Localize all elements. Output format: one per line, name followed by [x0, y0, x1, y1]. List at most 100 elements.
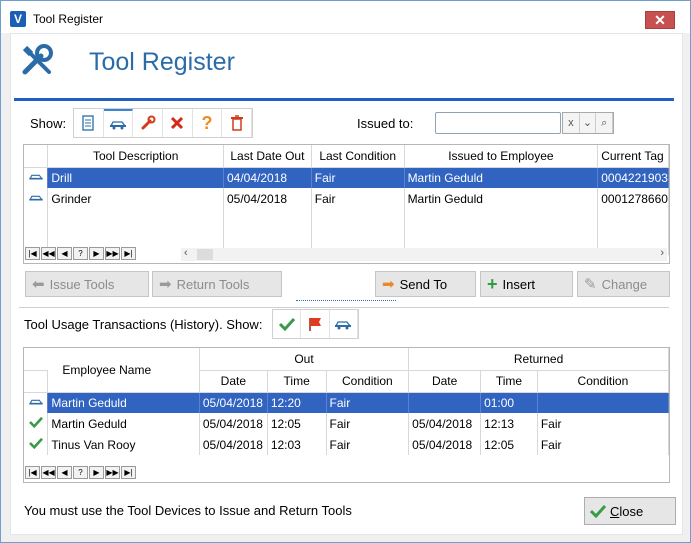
- issued-to-input[interactable]: [435, 112, 561, 134]
- insert-button[interactable]: + Insert: [480, 271, 573, 297]
- nav-prev-page-button[interactable]: ◀◀: [41, 247, 56, 260]
- scroll-left-icon[interactable]: ‹: [184, 247, 188, 259]
- history-filter-out-button[interactable]: [330, 310, 358, 338]
- col-last-date-out[interactable]: Last Date Out: [223, 145, 312, 168]
- issued-to-label: Issued to:: [357, 116, 414, 131]
- filter-deleted-button[interactable]: [222, 109, 253, 137]
- return-tools-button[interactable]: ➡ Return Tools: [152, 271, 282, 297]
- arrow-left-icon: ⬅: [32, 275, 45, 293]
- history-filter-bar: [272, 309, 359, 339]
- tools-grid-header: Tool Description Last Date Out Last Cond…: [24, 145, 669, 168]
- filter-lost-button[interactable]: [163, 109, 193, 137]
- nav-next-button[interactable]: ▶: [89, 466, 104, 479]
- send-arrow-icon: ➡: [382, 275, 395, 293]
- cell-ret-condition: Fair: [537, 413, 669, 434]
- close-button[interactable]: Close: [584, 497, 676, 525]
- header-divider: [14, 98, 674, 101]
- scroll-right-icon[interactable]: ›: [660, 247, 664, 259]
- return-tools-label: Return Tools: [176, 276, 250, 292]
- table-row[interactable]: Drill 04/04/2018 Fair Martin Geduld 0004…: [24, 167, 669, 188]
- wrench-icon: [141, 115, 156, 130]
- scroll-thumb[interactable]: [197, 249, 213, 260]
- history-filter-flag-button[interactable]: [301, 310, 330, 338]
- show-label: Show:: [30, 116, 67, 131]
- car-icon: [109, 121, 127, 130]
- send-to-button[interactable]: ➡ Send To: [375, 271, 476, 297]
- cell-ret-date: [408, 392, 482, 413]
- close-label-accelerator: C: [610, 503, 620, 519]
- cell-out-date: 05/04/2018: [199, 434, 268, 455]
- nav-last-button[interactable]: ▶|: [121, 247, 136, 260]
- table-row[interactable]: Martin Geduld 05/04/2018 12:05 Fair 05/0…: [24, 413, 669, 434]
- issued-to-controls: x ⌄ ⌕: [562, 112, 614, 134]
- cell-out-condition: Fair: [326, 434, 410, 455]
- red-x-icon: [171, 116, 184, 130]
- issue-tools-label: Issue Tools: [49, 276, 115, 292]
- send-to-label: Send To: [399, 276, 448, 292]
- table-row[interactable]: Martin Geduld 05/04/2018 12:20 Fair 01:0…: [24, 392, 669, 413]
- nav-next-page-button[interactable]: ▶▶: [105, 466, 120, 479]
- tool-register-window: V Tool Register ✕ Tool Register Show: ? …: [0, 0, 691, 543]
- nav-next-button[interactable]: ▶: [89, 247, 104, 260]
- section-divider: [19, 307, 669, 308]
- chevron-down-icon[interactable]: ⌄: [580, 113, 597, 133]
- nav-help-button[interactable]: ?: [73, 247, 88, 260]
- check-icon: [278, 317, 295, 331]
- col-ret-condition[interactable]: Condition: [537, 370, 669, 393]
- issue-tools-button[interactable]: ⬅ Issue Tools: [25, 271, 149, 297]
- history-filter-returned-button[interactable]: [273, 310, 302, 338]
- col-out-date[interactable]: Date: [199, 370, 268, 393]
- col-issued-to-employee[interactable]: Issued to Employee: [404, 145, 599, 168]
- search-icon[interactable]: ⌕: [596, 113, 614, 133]
- history-group-header: Employee Name Out Returned: [24, 348, 669, 393]
- col-current-tag[interactable]: Current Tag: [597, 145, 669, 168]
- arrow-right-icon: ➡: [159, 275, 172, 293]
- dialog-content: Tool Register Show: ? Issued to: x ⌄ ⌕ T…: [10, 33, 683, 535]
- window-close-button[interactable]: ✕: [645, 11, 675, 29]
- nav-first-button[interactable]: |◀: [25, 466, 40, 479]
- nav-prev-button[interactable]: ◀: [57, 466, 72, 479]
- tools-icon: [22, 44, 53, 75]
- cell-issued-to: Martin Geduld: [404, 167, 599, 188]
- page-title: Tool Register: [89, 48, 235, 76]
- filter-unknown-button[interactable]: ?: [193, 109, 223, 137]
- cell-ret-time: 12:05: [480, 434, 538, 455]
- trash-icon: [230, 115, 243, 131]
- nav-last-button[interactable]: ▶|: [121, 466, 136, 479]
- col-out-condition[interactable]: Condition: [326, 370, 410, 393]
- cell-out-time: 12:05: [267, 413, 327, 434]
- nav-first-button[interactable]: |◀: [25, 247, 40, 260]
- cell-description: Grinder: [47, 188, 224, 209]
- table-row[interactable]: Tinus Van Rooy 05/04/2018 12:03 Fair 05/…: [24, 434, 669, 455]
- footer-message: You must use the Tool Devices to Issue a…: [24, 503, 352, 518]
- tool-filter-bar: ?: [73, 108, 253, 138]
- col-last-condition[interactable]: Last Condition: [311, 145, 405, 168]
- col-ret-time[interactable]: Time: [480, 370, 538, 393]
- splitter-handle[interactable]: [296, 300, 396, 306]
- nav-next-page-button[interactable]: ▶▶: [105, 247, 120, 260]
- filter-repair-button[interactable]: [133, 109, 164, 137]
- change-button[interactable]: ✎ Change: [577, 271, 670, 297]
- col-out-time[interactable]: Time: [267, 370, 327, 393]
- col-ret-date[interactable]: Date: [408, 370, 482, 393]
- check-icon: [24, 413, 49, 434]
- filter-issued-button[interactable]: [103, 109, 134, 137]
- cell-ret-condition: [537, 392, 669, 413]
- history-label: Tool Usage Transactions (History). Show:: [24, 317, 263, 332]
- group-returned: Returned: [408, 348, 669, 371]
- insert-label: Insert: [502, 276, 536, 292]
- clear-icon[interactable]: x: [563, 113, 580, 133]
- cell-last-date-out: 05/04/2018: [223, 188, 312, 209]
- filter-all-button[interactable]: [74, 109, 104, 137]
- table-row[interactable]: Grinder 05/04/2018 Fair Martin Geduld 00…: [24, 188, 669, 209]
- cell-out-date: 05/04/2018: [199, 413, 268, 434]
- nav-help-button[interactable]: ?: [73, 466, 88, 479]
- nav-prev-page-button[interactable]: ◀◀: [41, 466, 56, 479]
- cell-out-date: 05/04/2018: [199, 392, 268, 413]
- col-employee-name[interactable]: Employee Name: [47, 348, 200, 393]
- cell-last-date-out: 04/04/2018: [223, 167, 312, 188]
- horizontal-scrollbar[interactable]: ‹ ›: [181, 247, 667, 261]
- col-tool-description[interactable]: Tool Description: [47, 145, 224, 168]
- nav-prev-button[interactable]: ◀: [57, 247, 72, 260]
- cell-ret-time: 01:00: [480, 392, 538, 413]
